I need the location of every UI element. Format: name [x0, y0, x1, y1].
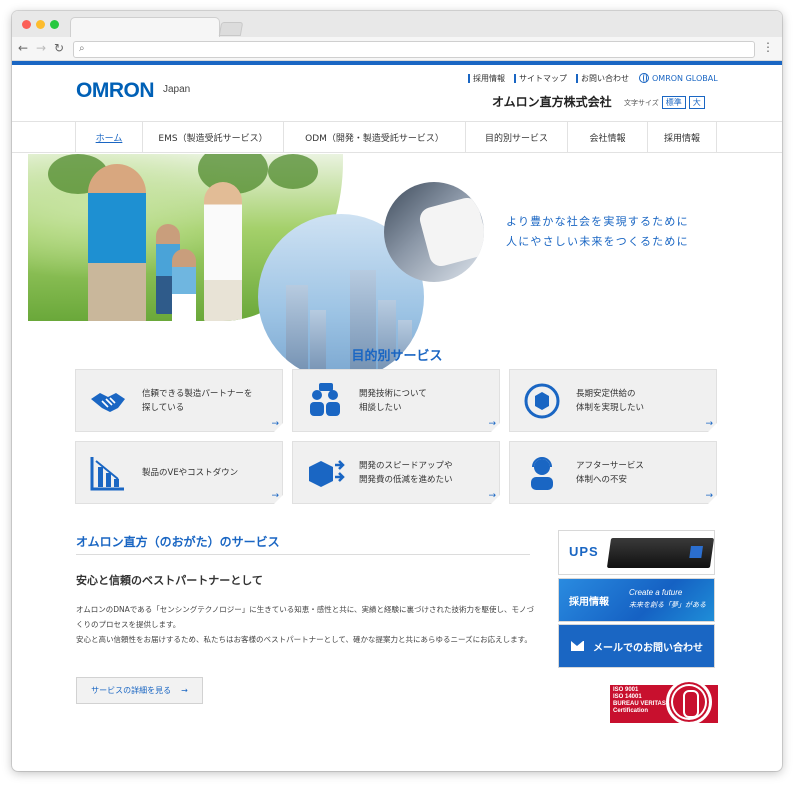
cycle-icon: [524, 383, 560, 418]
close-window-button[interactable]: [22, 20, 31, 29]
iso-certification-badge: ISO 9001 ISO 14001 BUREAU VERITAS Certif…: [610, 679, 718, 725]
hero-banner: より豊かな社会を実現するために 人にやさしい未来をつくるために: [12, 154, 782, 380]
service-details-button[interactable]: サービスの詳細を見る →: [76, 677, 203, 704]
font-size-normal-button[interactable]: 標準: [661, 96, 686, 109]
consultation-icon: [310, 382, 340, 416]
support-operator-icon: [531, 456, 553, 490]
arrow-right-icon: →: [271, 419, 279, 429]
util-link-contact[interactable]: お問い合わせ: [576, 74, 629, 83]
about-paragraph-2: 安心と高い信頼性をお届けするため、私たちはお客様のベストパートナーとして、確かな…: [76, 635, 532, 644]
service-card-aftersales[interactable]: アフターサービス 体制への不安 →: [509, 441, 717, 504]
arrow-right-icon: →: [181, 686, 188, 695]
hero-tagline: より豊かな社会を実現するために 人にやさしい未来をつくるために: [506, 212, 689, 252]
browser-menu-icon[interactable]: ⋮: [762, 40, 774, 54]
url-input[interactable]: [92, 42, 742, 57]
services-grid: 信頼できる製造パートナーを 探している → 開発技術について 相談したい → 長…: [75, 369, 717, 504]
globe-icon: [639, 73, 649, 83]
nav-item-services[interactable]: 目的別サービス: [466, 122, 568, 152]
omron-global-link[interactable]: OMRON GLOBAL: [639, 73, 718, 83]
about-divider: [76, 554, 530, 555]
nav-item-recruit[interactable]: 採用情報: [648, 122, 717, 152]
speed-up-icon: [309, 459, 345, 487]
browser-tab-active[interactable]: [70, 17, 220, 38]
recruit-tagline-jp: 未来を創る「夢」がある: [629, 601, 706, 609]
arrow-right-icon: →: [488, 419, 496, 429]
about-subheading: 安心と信頼のベストパートナーとして: [76, 574, 263, 587]
arrow-right-icon: →: [705, 491, 713, 501]
new-tab-button[interactable]: [218, 22, 244, 36]
back-arrow-icon[interactable]: ←: [18, 40, 28, 56]
ups-label: UPS: [569, 544, 599, 559]
recruit-tagline-en: Create a future: [629, 588, 683, 597]
recruit-label: 採用情報: [569, 597, 609, 608]
bureau-veritas-seal-icon: [666, 679, 712, 725]
minimize-window-button[interactable]: [36, 20, 45, 29]
service-card-speed[interactable]: 開発のスピードアップや 開発費の低減を進めたい →: [292, 441, 500, 504]
arrow-right-icon: →: [271, 491, 279, 501]
omron-logo[interactable]: OMRON: [76, 79, 155, 103]
services-heading: 目的別サービス: [351, 349, 443, 364]
cert-text: ISO 9001 ISO 14001 BUREAU VERITAS Certif…: [613, 687, 666, 714]
font-size-large-button[interactable]: 大: [688, 96, 705, 109]
service-card-label: 信頼できる製造パートナーを 探している: [142, 388, 253, 413]
omron-global-label: OMRON GLOBAL: [652, 73, 718, 83]
ups-banner[interactable]: UPS: [558, 530, 715, 575]
utility-links: 採用情報 サイトマップ お問い合わせ: [468, 74, 629, 83]
handshake-icon: [91, 392, 125, 412]
maximize-window-button[interactable]: [50, 20, 59, 29]
mail-contact-label: メールでのお問い合わせ: [593, 643, 703, 654]
util-link-sitemap[interactable]: サイトマップ: [514, 74, 567, 83]
cost-down-chart-icon: [90, 456, 124, 490]
forward-arrow-icon[interactable]: →: [36, 40, 46, 56]
recruit-banner[interactable]: 採用情報 Create a future 未来を創る「夢」がある: [558, 578, 715, 622]
nav-item-odm[interactable]: ODM（開発・製造受託サービス）: [284, 122, 466, 152]
hero-tagline-line2: 人にやさしい未来をつくるために: [506, 235, 689, 248]
service-details-label: サービスの詳細を見る: [91, 686, 172, 695]
page-content: OMRON Japan 採用情報 サイトマップ お問い合わせ OMRON GLO…: [12, 65, 782, 770]
service-card-label: アフターサービス 体制への不安: [576, 460, 644, 485]
arrow-right-icon: →: [705, 419, 713, 429]
font-size-switcher: 文字サイズ 標準 大: [624, 96, 705, 109]
service-card-supply[interactable]: 長期安定供給の 体制を実現したい →: [509, 369, 717, 432]
browser-tab-strip: [12, 11, 782, 38]
service-card-partner[interactable]: 信頼できる製造パートナーを 探している →: [75, 369, 283, 432]
search-icon: ⌕: [79, 43, 85, 54]
arrow-right-icon: →: [488, 491, 496, 501]
about-heading: オムロン直方（のおがた）のサービス: [76, 535, 280, 549]
mail-contact-banner[interactable]: メールでのお問い合わせ: [558, 624, 715, 668]
service-card-label: 開発のスピードアップや 開発費の低減を進めたい: [359, 460, 453, 485]
browser-window: ← → ↻ ⌕ ⋮ OMRON Japan 採用情報 サイトマップ お問い合わせ…: [12, 11, 782, 771]
service-card-consult[interactable]: 開発技術について 相談したい →: [292, 369, 500, 432]
nav-item-home[interactable]: ホーム: [75, 122, 143, 152]
address-bar[interactable]: ⌕: [73, 41, 755, 58]
nav-item-ems[interactable]: EMS（製造受託サービス）: [143, 122, 284, 152]
reload-icon[interactable]: ↻: [54, 40, 64, 56]
nav-item-company[interactable]: 会社情報: [568, 122, 648, 152]
train-platform-image: [384, 182, 484, 282]
logo-region: Japan: [163, 84, 191, 95]
ups-device-image: [606, 538, 714, 568]
global-nav: ホーム EMS（製造受託サービス） ODM（開発・製造受託サービス） 目的別サー…: [12, 121, 782, 153]
about-body: オムロンのDNAである「センシングテクノロジー」に生きている知恵・感性と共に、実…: [76, 602, 536, 647]
service-card-label: 開発技術について 相談したい: [359, 388, 427, 413]
company-name: オムロン直方株式会社: [492, 95, 612, 109]
browser-toolbar: ← → ↻ ⌕ ⋮: [12, 37, 782, 61]
hero-tagline-line1: より豊かな社会を実現するために: [506, 215, 689, 228]
util-link-recruit[interactable]: 採用情報: [468, 74, 505, 83]
service-card-label: 長期安定供給の 体制を実現したい: [576, 388, 645, 413]
service-card-label: 製品のVEやコストダウン: [142, 467, 239, 478]
font-size-label: 文字サイズ: [624, 98, 659, 107]
envelope-icon: [571, 641, 584, 651]
about-paragraph-1: オムロンのDNAである「センシングテクノロジー」に生きている知恵・感性と共に、実…: [76, 605, 535, 629]
service-card-cost[interactable]: 製品のVEやコストダウン →: [75, 441, 283, 504]
